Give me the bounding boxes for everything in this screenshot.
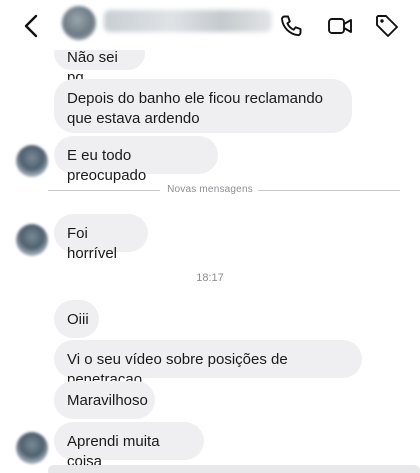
message-text: Depois do banho ele ficou reclamando que…	[67, 90, 324, 127]
message-timestamp: 18:17	[196, 272, 224, 284]
message-thread: Não sei pq Depois do banho ele ficou rec…	[0, 0, 420, 473]
message-bubble[interactable]: Foi horrível	[54, 214, 148, 262]
message-bubble[interactable]: E eu todo preocupado	[54, 136, 218, 184]
sender-avatar[interactable]	[16, 224, 48, 256]
message-text: Foi horrível	[67, 225, 118, 262]
video-camera-icon[interactable]	[326, 12, 354, 40]
contact-name[interactable]	[104, 10, 272, 32]
message-text: Maravilhoso	[67, 392, 148, 409]
tag-icon[interactable]	[373, 12, 401, 40]
message-bubble[interactable]: Depois do banho ele ficou reclamando que…	[54, 79, 352, 133]
message-text: Oiii	[67, 311, 89, 328]
contact-avatar[interactable]	[62, 6, 96, 40]
message-bubble[interactable]: Vi o seu vídeo sobre posições de penetra…	[54, 340, 362, 388]
sender-avatar[interactable]	[16, 432, 48, 464]
message-bubble[interactable]: Maravilhoso	[54, 381, 155, 419]
message-text: E eu todo preocupado	[67, 147, 147, 184]
chat-header	[0, 0, 420, 50]
message-bubble[interactable]: Oiii	[54, 300, 99, 338]
message-bubble[interactable]: Aprendi muita coisa	[54, 422, 204, 470]
divider-line-left	[48, 190, 160, 191]
new-messages-divider-label: Novas mensagens	[167, 184, 253, 195]
phone-icon[interactable]	[277, 12, 305, 40]
back-chevron-icon[interactable]	[18, 12, 46, 40]
message-composer[interactable]	[48, 465, 420, 473]
sender-avatar[interactable]	[16, 145, 48, 177]
divider-line-right	[258, 190, 400, 191]
